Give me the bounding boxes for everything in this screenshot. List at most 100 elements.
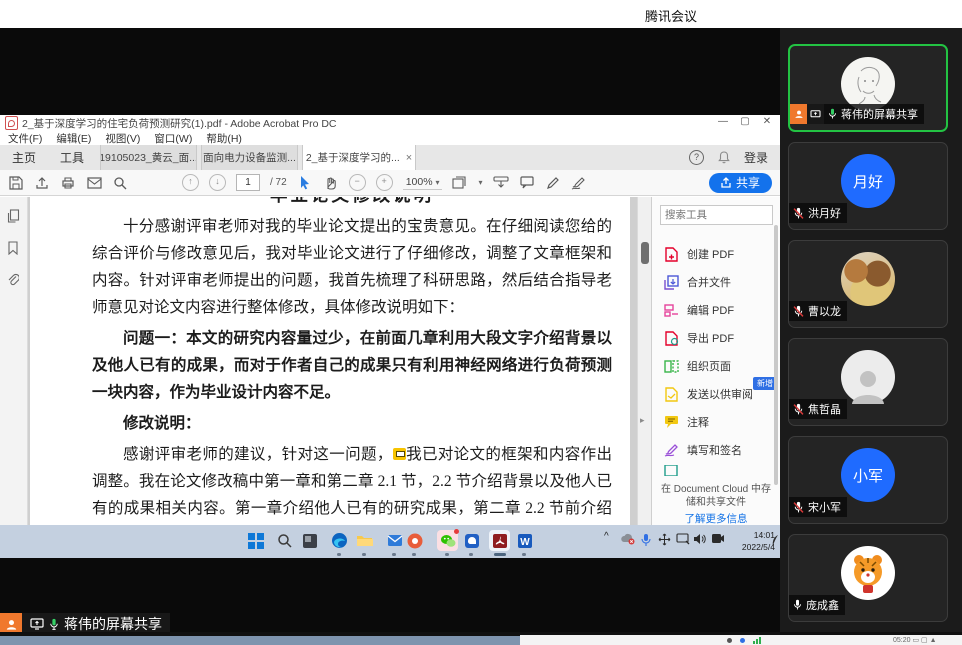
doc-tab-3-active[interactable]: 2_基于深度学习的... × <box>302 145 416 170</box>
doc-tab-2[interactable]: 面向电力设备监测... <box>201 145 298 170</box>
participant-name: 庞成鑫 <box>806 597 839 613</box>
fit-caret-icon[interactable]: ▾ <box>478 178 482 187</box>
tool-export-pdf[interactable]: 导出 PDF <box>664 327 734 349</box>
search-icon[interactable] <box>112 175 128 191</box>
taskbar-clock[interactable]: 14:012022/5/4 <box>731 529 775 553</box>
menu-view[interactable]: 视图(V) <box>105 131 140 146</box>
page-number-input[interactable] <box>236 174 260 191</box>
tab-close-icon[interactable]: × <box>406 152 412 164</box>
participant-name: 蒋伟的屏幕共享 <box>841 106 918 122</box>
menu-help[interactable]: 帮助(H) <box>206 131 242 146</box>
tray-pen-icon[interactable] <box>770 534 780 550</box>
panel-collapse-icon[interactable]: ▸ <box>640 415 645 426</box>
taskbar-acrobat-icon[interactable] <box>489 530 510 551</box>
comment-icon[interactable] <box>519 175 535 191</box>
tool-fill-sign[interactable]: 填写和签名 <box>664 439 742 461</box>
tool-create-pdf[interactable]: 创建 PDF <box>664 243 734 265</box>
page-down-button[interactable]: ↓ <box>209 174 226 191</box>
taskbar-explorer-icon[interactable] <box>354 530 375 551</box>
tool-send-for-review[interactable]: 发送以供审阅 <box>664 383 753 405</box>
document-scrollbar-thumb[interactable] <box>641 242 649 264</box>
taskbar-word-icon[interactable]: W <box>514 530 535 551</box>
page-thumbnails-icon[interactable] <box>7 209 21 223</box>
mic-on-icon <box>49 618 59 631</box>
presenter-badge-icon <box>790 104 807 124</box>
bell-icon[interactable] <box>716 150 732 166</box>
save-icon[interactable] <box>8 175 24 191</box>
maximize-button[interactable]: ▢ <box>734 116 756 127</box>
attachments-icon[interactable] <box>7 273 21 287</box>
export-pdf-icon <box>664 331 679 346</box>
pencil-edit-icon[interactable] <box>545 175 561 191</box>
share-button[interactable]: 共享 <box>709 173 772 193</box>
tool-partial[interactable] <box>664 465 679 477</box>
participant-tile[interactable]: 月好 洪月好 <box>788 142 948 230</box>
zoom-level-select[interactable]: 100% ▾ <box>403 176 443 190</box>
tray-move-icon[interactable] <box>658 533 671 549</box>
participant-tile[interactable]: 小军 宋小军 <box>788 436 948 524</box>
doc-paragraph-1: 十分感谢评审老师对我的毕业论文提出的宝贵意见。在仔细阅读您给的综合评价与修改意见… <box>92 213 612 321</box>
doc-paragraph-3: 修改说明： <box>92 410 612 437</box>
participant-name: 洪月好 <box>808 205 841 221</box>
tool-comment[interactable]: 注释 <box>664 411 709 433</box>
tray-display-pen-icon[interactable] <box>676 533 690 548</box>
select-cursor-icon[interactable] <box>297 175 313 191</box>
avatar-sketch <box>841 57 895 111</box>
document-scrollbar[interactable] <box>637 197 652 525</box>
bookmarks-icon[interactable] <box>7 241 21 255</box>
tray-camera-icon[interactable] <box>711 533 725 547</box>
tool-combine-files[interactable]: 合并文件 <box>664 271 731 293</box>
tools-search-input[interactable] <box>660 205 773 225</box>
zoom-out-button[interactable]: − <box>349 174 366 191</box>
taskbar-mail-icon[interactable] <box>384 530 405 551</box>
tray-microphone-icon[interactable] <box>641 533 651 550</box>
tool-organize-pages[interactable]: 组织页面 <box>664 355 731 377</box>
taskbar-wechat-icon[interactable] <box>437 530 458 551</box>
participant-tile[interactable]: 曹以龙 <box>788 240 948 328</box>
tool-edit-pdf[interactable]: 编辑 PDF <box>664 299 734 321</box>
print-icon[interactable] <box>60 175 76 191</box>
learn-more-link[interactable]: 了解更多信息 <box>660 511 772 525</box>
sticky-note-annotation-icon[interactable] <box>393 448 406 460</box>
page-up-button[interactable]: ↑ <box>182 174 199 191</box>
avatar-initials: 小军 <box>841 448 895 502</box>
fit-page-icon[interactable] <box>452 175 468 191</box>
minimize-button[interactable]: — <box>712 116 734 127</box>
close-button[interactable]: ✕ <box>756 116 778 127</box>
taskbar-app-orange-icon[interactable] <box>404 530 425 551</box>
menu-file[interactable]: 文件(F) <box>8 131 42 146</box>
tray-speaker-icon[interactable] <box>693 533 706 548</box>
zoom-in-button[interactable]: + <box>376 174 393 191</box>
mic-muted-icon <box>793 501 804 514</box>
fit-width-icon[interactable] <box>493 175 509 191</box>
upload-share-icon[interactable] <box>34 175 50 191</box>
acrobat-titlebar: 2_基于深度学习的住宅负荷预测研究(1).pdf - Adobe Acrobat… <box>0 115 780 131</box>
participant-tile[interactable]: 焦哲晶 <box>788 338 948 426</box>
menu-window[interactable]: 窗口(W) <box>154 131 192 146</box>
taskbar-app-blue-icon[interactable] <box>461 530 482 551</box>
tray-chevron-up-icon[interactable]: ^ <box>604 531 609 542</box>
participant-name: 焦哲晶 <box>808 401 841 417</box>
doc-tab-1[interactable]: 19105023_黄云_面... <box>100 145 197 170</box>
email-icon[interactable] <box>86 175 102 191</box>
tray-onedrive-error-icon[interactable] <box>620 533 635 548</box>
taskbar-app-dark-icon[interactable] <box>299 530 320 551</box>
participant-tile[interactable]: 庞成鑫 <box>788 534 948 622</box>
fill-sign-icon[interactable] <box>571 175 587 191</box>
running-dot <box>362 553 366 556</box>
participant-tile-presenter[interactable]: 蒋伟的屏幕共享 <box>788 44 948 132</box>
running-dot <box>445 553 449 556</box>
menu-edit[interactable]: 编辑(E) <box>56 131 91 146</box>
tab-tools[interactable]: 工具 <box>48 145 96 170</box>
tab-home[interactable]: 主页 <box>0 145 48 170</box>
help-icon[interactable]: ? <box>689 150 704 165</box>
mic-muted-icon <box>793 305 804 318</box>
taskbar-edge-icon[interactable] <box>329 530 350 551</box>
tools-panel-scrollbar[interactable] <box>774 225 778 485</box>
wechat-notification-dot <box>454 529 459 534</box>
hand-tool-icon[interactable] <box>323 175 339 191</box>
pdf-canvas[interactable]: 毕业论文修改说明 十分感谢评审老师对我的毕业论文提出的宝贵意见。在仔细阅读您给的… <box>28 197 637 525</box>
signin-button[interactable]: 登录 <box>744 149 768 166</box>
start-button[interactable] <box>245 530 266 551</box>
taskbar-search-icon[interactable] <box>274 530 295 551</box>
